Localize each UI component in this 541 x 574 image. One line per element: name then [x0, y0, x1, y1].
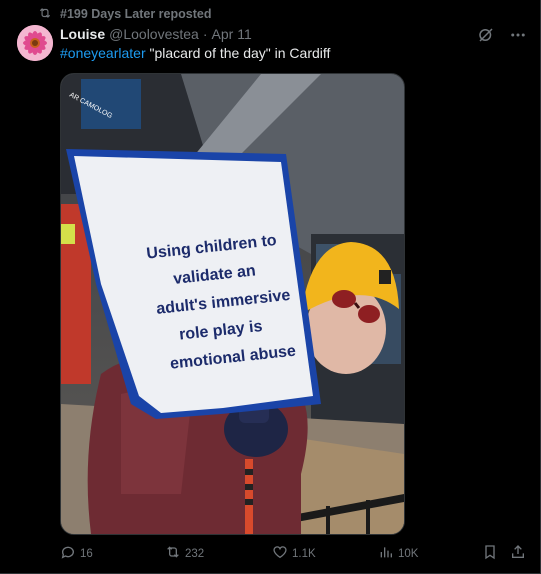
reply-count: 16 [80, 547, 93, 560]
grok-icon[interactable] [477, 26, 495, 44]
repost-button[interactable]: 232 [165, 544, 204, 563]
like-count: 1.1K [292, 547, 316, 560]
avatar[interactable] [17, 25, 53, 61]
post-photo[interactable]: AR CAMOLOG Using children to validate an… [60, 73, 405, 535]
photo-illustration: AR CAMOLOG Using children to validate an… [61, 74, 404, 534]
author-name[interactable]: Louise [60, 26, 105, 42]
author-handle[interactable]: @Loolovestea [109, 26, 199, 42]
heart-icon [272, 544, 288, 563]
repost-count: 232 [185, 547, 205, 560]
separator-dot: · [202, 26, 208, 42]
repost-action-icon [165, 544, 181, 563]
share-icon [510, 544, 526, 563]
share-button[interactable] [510, 544, 526, 563]
post-text: #oneyearlater "placard of the day" in Ca… [60, 45, 330, 61]
repost-label[interactable]: #199 Days Later reposted [60, 7, 211, 21]
views-button[interactable]: 10K [378, 544, 418, 563]
views-count: 10K [398, 547, 419, 560]
post-header: Louise @Loolovestea · Apr 11 [60, 26, 252, 42]
views-chart-icon [378, 544, 394, 563]
bookmark-button[interactable] [482, 544, 498, 563]
post-date[interactable]: Apr 11 [212, 26, 252, 42]
repost-indicator[interactable]: #199 Days Later reposted [38, 6, 211, 22]
post-text-body: "placard of the day" in Cardiff [145, 45, 331, 61]
bookmark-icon [482, 544, 498, 563]
more-options-icon[interactable] [509, 26, 527, 44]
like-button[interactable]: 1.1K [272, 544, 316, 563]
reply-button[interactable]: 16 [60, 544, 93, 563]
reply-icon [60, 544, 76, 563]
post-actions: 16 232 1.1K 10K [60, 544, 530, 564]
hashtag-link[interactable]: #oneyearlater [60, 45, 146, 61]
repost-icon [38, 6, 52, 23]
post-top-controls [477, 26, 527, 44]
